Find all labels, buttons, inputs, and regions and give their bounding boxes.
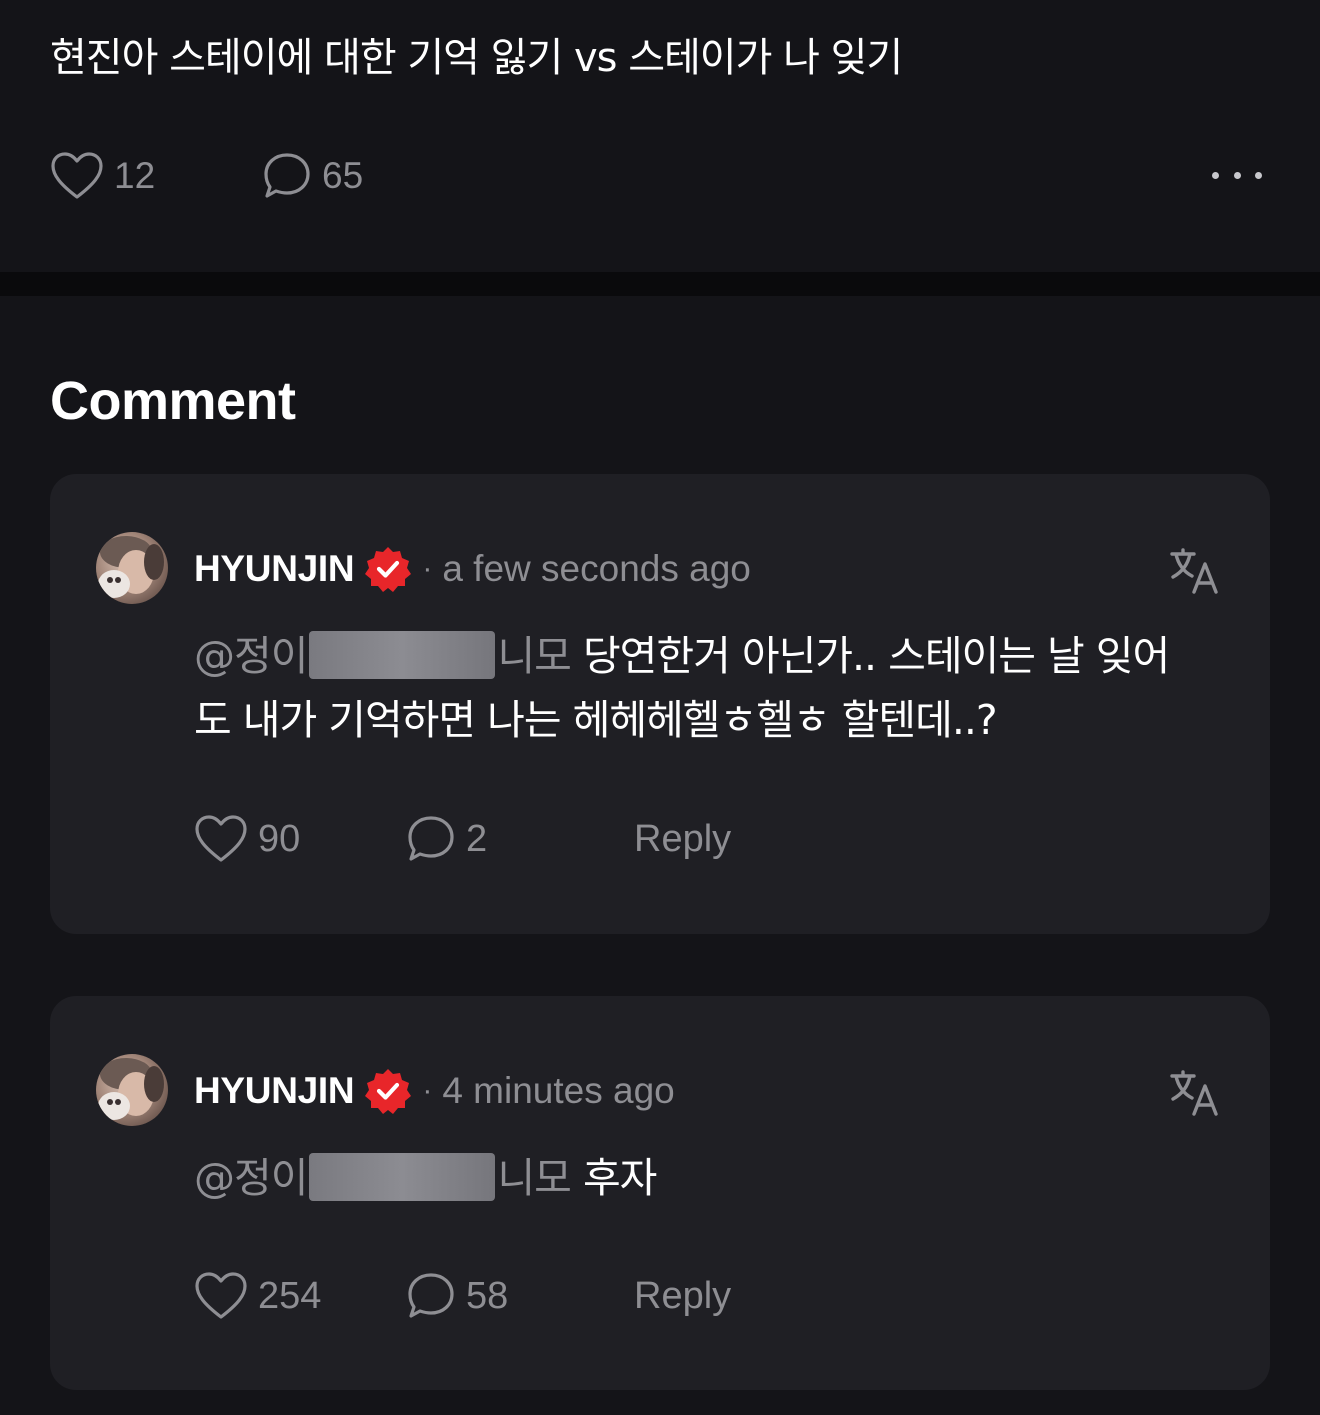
comment-actions: 90 2 Reply [194,809,894,869]
reply-button[interactable]: Reply [634,809,731,869]
post-comment-button[interactable]: 65 [262,148,363,204]
comment-meta: HYUNJIN · a few seconds ago [194,544,751,594]
comment-meta: HYUNJIN · 4 minutes ago [194,1066,675,1116]
comment-text: @정이 니모 당연한거 아닌가.. 스테이는 날 잊어도 내가 기억하면 나는 헤… [194,624,1204,752]
avatar[interactable] [96,1054,168,1126]
heart-icon [195,1272,247,1319]
comment-replies-button[interactable]: 2 [406,809,487,869]
comment-content: 후자 [570,1154,657,1202]
meta-separator: · [422,552,433,585]
comment-timestamp: a few seconds ago [442,548,751,589]
comments-section: Comment HYUNJIN · a few seconds ago @정이 … [0,296,1320,1415]
comment-like-count: 90 [258,817,301,860]
verified-badge-icon [365,1069,412,1114]
avatar[interactable] [96,532,168,604]
mention-prefix[interactable]: @정이 [194,1154,308,1202]
author-name[interactable]: HYUNJIN [194,548,355,590]
speech-bubble-icon [264,153,310,198]
post-actions: 12 65 [50,148,1270,204]
mention-suffix[interactable]: 니모 [497,1154,571,1202]
mention-prefix[interactable]: @정이 [194,632,308,680]
comment-card: HYUNJIN · a few seconds ago @정이 니모 당연한거 아… [50,474,1270,934]
post: 현진아 스테이에 대한 기억 잃기 vs 스테이가 나 잊기 12 65 [0,0,1320,272]
comment-timestamp: 4 minutes ago [442,1070,675,1111]
redacted-mention-blur [309,1153,496,1201]
comment-like-count: 254 [258,1274,322,1317]
mention-suffix[interactable]: 니모 [497,632,571,680]
comment-card: HYUNJIN · 4 minutes ago @정이 니모 후자 254 58… [50,996,1270,1390]
speech-bubble-icon [408,1273,454,1318]
author-name[interactable]: HYUNJIN [194,1070,355,1112]
post-like-button[interactable]: 12 [50,148,155,204]
comments-heading: Comment [50,371,296,431]
comment-text: @정이 니모 후자 [194,1146,1204,1210]
post-title: 현진아 스테이에 대한 기억 잃기 vs 스테이가 나 잊기 [50,35,903,81]
comment-reply-count: 2 [466,817,488,860]
comment-like-button[interactable]: 90 [194,809,300,869]
comment-reply-count: 58 [466,1274,509,1317]
speech-bubble-icon [408,816,454,861]
post-like-count: 12 [114,155,156,196]
comment-replies-button[interactable]: 58 [406,1266,508,1326]
comment-like-button[interactable]: 254 [194,1266,321,1326]
post-comment-count: 65 [322,155,364,196]
section-divider [0,272,1320,296]
comment-actions: 254 58 Reply [194,1266,894,1326]
translate-icon[interactable] [1168,1066,1220,1118]
heart-icon [195,815,247,862]
reply-button[interactable]: Reply [634,1266,731,1326]
meta-separator: · [422,1074,433,1107]
more-horizontal-icon[interactable] [1212,168,1262,182]
verified-badge-icon [365,547,412,592]
translate-icon[interactable] [1168,544,1220,596]
redacted-mention-blur [309,631,496,679]
heart-icon [51,152,103,199]
